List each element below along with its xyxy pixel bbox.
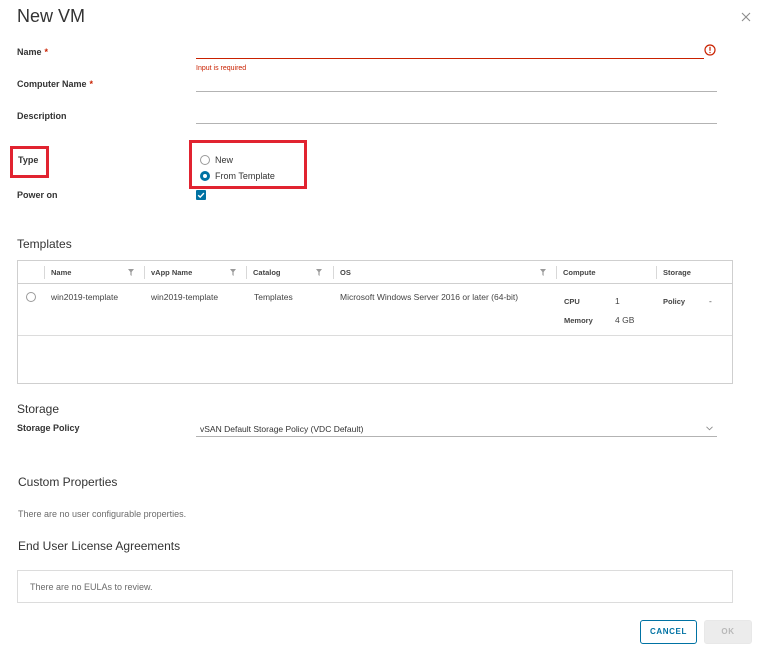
template-os: Microsoft Windows Server 2016 or later (… [340,292,519,302]
custom-properties-empty-text: There are no user configurable propertie… [18,509,187,519]
eula-section-title: End User License Agreements [18,539,181,553]
custom-properties-title: Custom Properties [18,475,118,489]
template-cpu-label: CPU [564,297,580,306]
template-storage-value: - [709,296,712,306]
template-memory-value: 4 GB [615,315,635,325]
cancel-button[interactable]: CANCEL [640,620,697,644]
column-header-os[interactable]: OS [334,261,351,284]
computer-name-label: Computer Name * [17,79,94,89]
eula-box: There are no EULAs to review. [17,570,733,603]
template-row-radio[interactable] [26,292,36,302]
storage-policy-label: Storage Policy [17,423,80,433]
error-icon [704,44,716,56]
ok-button[interactable]: OK [704,620,752,644]
close-icon [741,12,751,22]
dialog-title: New VM [17,6,86,26]
template-catalog: Templates [254,292,293,302]
template-memory-label: Memory [564,316,593,325]
type-from-template-label: From Template [215,171,275,181]
description-input[interactable] [196,106,717,124]
column-header-compute: Compute [563,268,596,277]
table-row[interactable]: win2019-template win2019-template Templa… [18,284,732,336]
chevron-down-icon [706,426,713,431]
templates-table-header: Name vApp Name Catalog OS Compute Storag… [18,261,732,284]
power-on-label: Power on [17,190,58,200]
filter-icon[interactable] [230,269,236,276]
filter-icon[interactable] [540,269,546,276]
name-error-message: Input is required [196,65,247,72]
template-name: win2019-template [51,292,119,302]
description-label: Description [17,111,67,121]
computer-name-input[interactable] [196,74,717,92]
power-on-checkbox[interactable] [196,190,206,200]
column-header-storage: Storage [663,268,691,277]
type-new-radio[interactable] [200,155,210,165]
storage-section-title: Storage [17,402,60,416]
templates-table: Name vApp Name Catalog OS Compute Storag… [17,260,733,384]
template-cpu-value: 1 [615,296,620,306]
template-storage-label: Policy [663,297,686,306]
storage-policy-select[interactable]: vSAN Default Storage Policy (VDC Default… [196,421,717,437]
name-input[interactable] [196,41,704,59]
close-button[interactable] [739,10,753,24]
type-from-template-radio[interactable] [200,171,210,181]
column-header-name[interactable]: Name [45,261,71,284]
name-label: Name * [17,47,49,57]
eula-empty-text: There are no EULAs to review. [30,582,153,592]
filter-icon[interactable] [316,269,322,276]
filter-icon[interactable] [128,269,134,276]
check-icon [197,192,205,199]
column-header-catalog[interactable]: Catalog [247,261,281,284]
required-mark: * [89,79,94,89]
type-new-label: New [215,155,234,165]
storage-policy-value: vSAN Default Storage Policy (VDC Default… [200,424,364,434]
column-header-vapp-name[interactable]: vApp Name [145,261,192,284]
template-vapp-name: win2019-template [151,292,219,302]
type-label: Type [18,155,39,165]
templates-section-title: Templates [17,237,72,251]
required-mark: * [44,47,49,57]
